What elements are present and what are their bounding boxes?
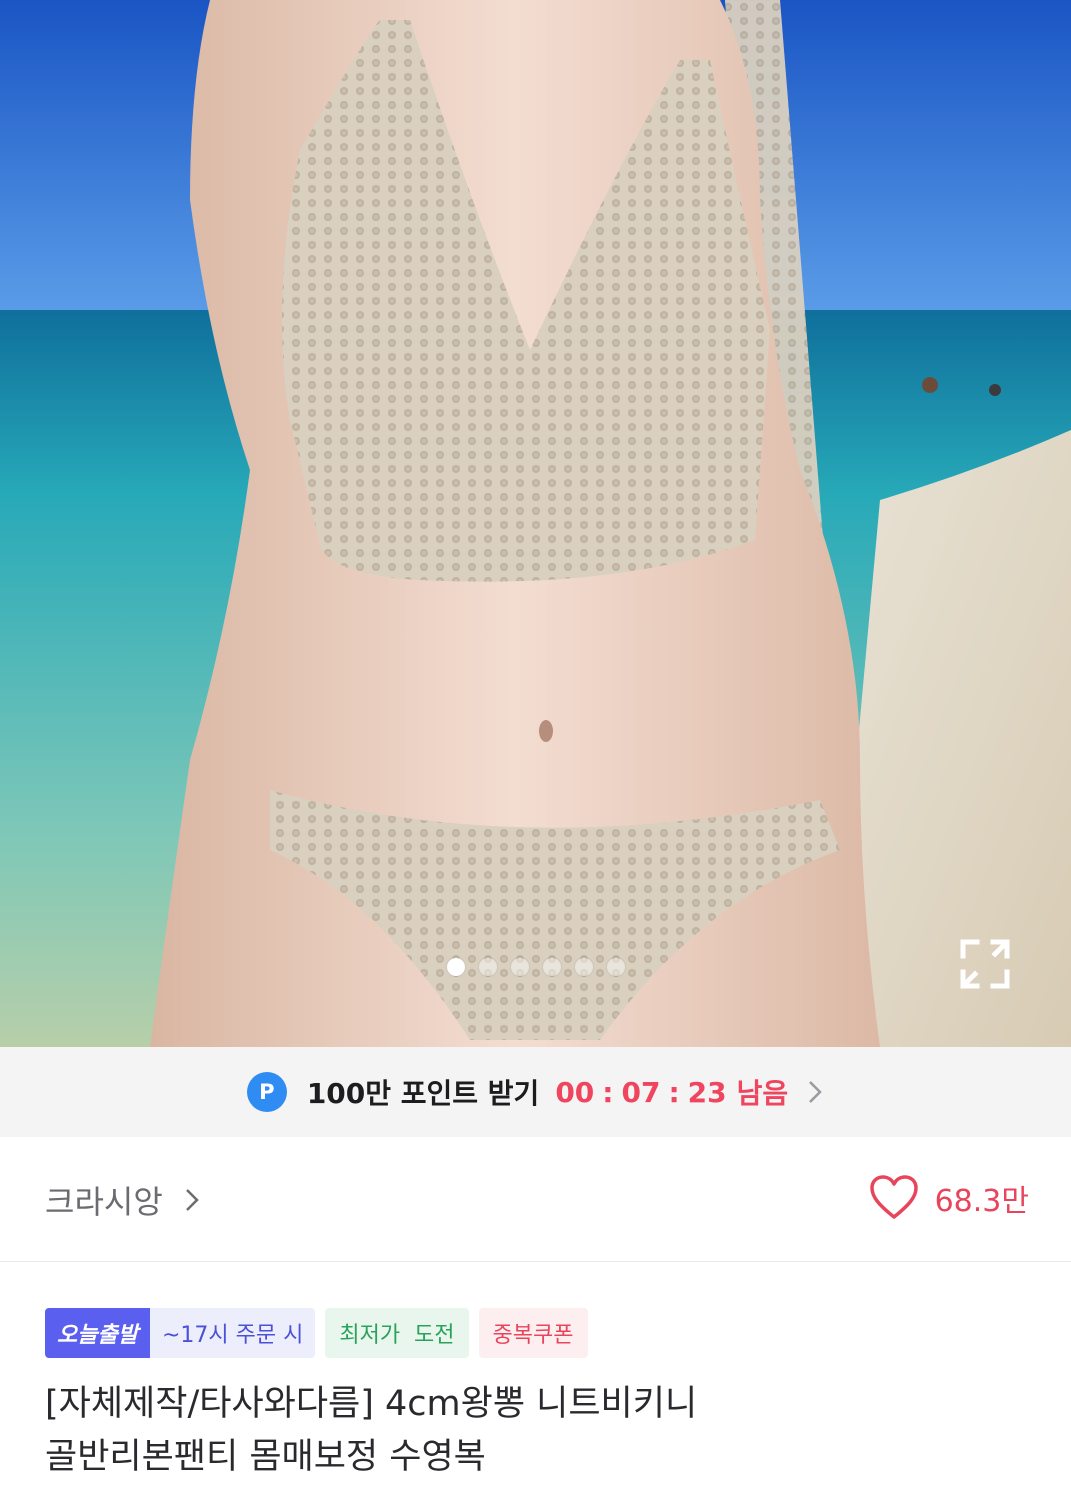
point-reward-banner[interactable]: P 100만 포인트 받기 00 : 07 : 23 남음 [0,1047,1071,1137]
product-info: 오늘출발 ~17시 주문 시 최저가 도전 중복쿠폰 [자체제작/타사와다름] … [0,1262,1071,1500]
seller-store-link[interactable]: 크라시앙 [45,1177,199,1223]
countdown-hours: 00 [555,1075,595,1109]
like-count: 68.3만 [934,1184,1029,1219]
countdown-seconds: 23 [687,1075,727,1109]
lowest-price-badge: 최저가 도전 [325,1308,469,1358]
product-title-line: 골반리본팬티 몸매보정 수영복 [45,1437,486,1477]
chevron-right-icon [185,1189,199,1211]
countdown-minutes: 07 [621,1075,661,1109]
expand-arrows-icon [960,939,1010,989]
today-shipping-condition: ~17시 주문 시 [149,1308,316,1358]
carousel-indicator [0,958,1071,976]
carousel-dot[interactable] [606,958,625,976]
chevron-right-icon [809,1081,822,1103]
carousel-dot[interactable] [542,958,561,976]
product-photo [0,0,1071,1047]
seller-row: 크라시앙 68.3만 [0,1137,1071,1262]
product-title-line: [자체제작/타사와다름] 4cm왕뽕 니트비키니 [45,1384,698,1424]
carousel-dot[interactable] [574,958,593,976]
product-title: [자체제작/타사와다름] 4cm왕뽕 니트비키니 골반리본팬티 몸매보정 수영복 [45,1378,1005,1484]
carousel-dot[interactable] [446,958,465,976]
countdown-separator: : [668,1075,680,1109]
carousel-dot[interactable] [510,958,529,976]
countdown-remaining-label: 남음 [736,1077,789,1110]
point-icon: P [246,1072,287,1112]
countdown-separator: : [602,1075,614,1109]
point-reward-label: 100만 포인트 받기 [306,1077,540,1110]
expand-image-button[interactable] [955,934,1015,994]
product-image-gallery[interactable] [0,0,1071,1047]
countdown-timer: 00 : 07 : 23 남음 [555,1072,788,1112]
heart-outline-icon [869,1175,918,1219]
like-button[interactable]: 68.3만 [869,1175,1029,1221]
today-shipping-badge: 오늘출발 [45,1308,150,1358]
duplicate-coupon-badge: 중복쿠폰 [478,1308,588,1358]
seller-name: 크라시앙 [45,1183,163,1221]
carousel-dot[interactable] [478,958,497,976]
badge-row: 오늘출발 ~17시 주문 시 최저가 도전 중복쿠폰 [45,1308,588,1358]
